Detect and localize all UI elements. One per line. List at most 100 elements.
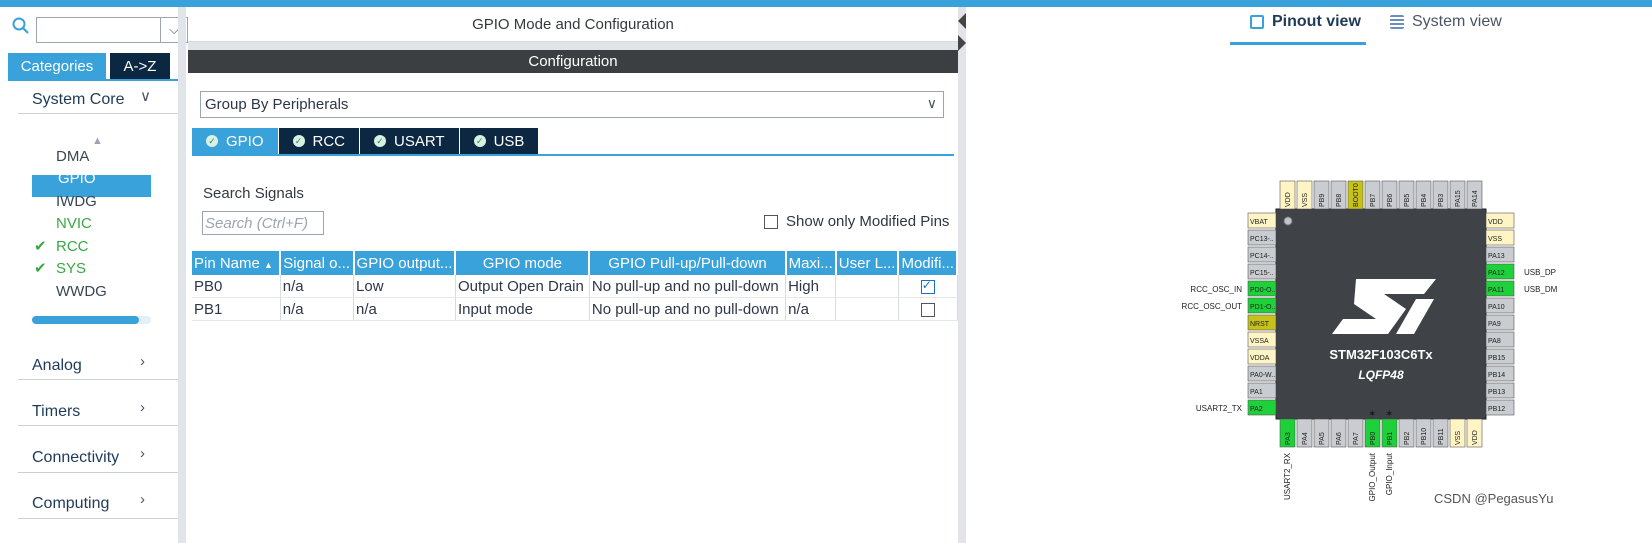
pin-config-table: Pin Name ▲ Signal o... GPIO output... GP… (192, 251, 958, 321)
cell-user[interactable] (835, 275, 899, 298)
col-pull[interactable]: GPIO Pull-up/Pull-down (589, 251, 787, 275)
pin-label: PC13-.. (1250, 236, 1274, 243)
col-user-label[interactable]: User L... (835, 251, 900, 275)
pin-label: PB3 (1438, 194, 1445, 207)
chevron-right-icon[interactable]: › (140, 491, 145, 508)
cell-mode[interactable]: Input mode (455, 297, 590, 321)
pin-label: PC14-.. (1250, 253, 1274, 260)
tab-usb[interactable]: ✓ USB (459, 128, 539, 154)
tab-label: USB (493, 132, 525, 150)
pin-label: PA9 (1488, 321, 1501, 328)
signal-label: USB_DP (1524, 268, 1556, 277)
cell-max[interactable]: n/a (785, 297, 837, 321)
category-search-input[interactable]: ⌵ (36, 17, 188, 43)
search-signals-input[interactable]: Search (Ctrl+F) (202, 211, 324, 235)
cell-user[interactable] (835, 297, 899, 321)
left-sidebar: ⌵ Categories A->Z System Core ∨ ▲︎ DMA G… (0, 7, 188, 543)
cell-signal[interactable]: n/a (280, 297, 355, 321)
sidebar-item-gpio[interactable]: GPIO (58, 170, 96, 187)
sidebar-item-wwdg[interactable]: WWDG (56, 283, 107, 300)
group-analog[interactable]: Analog (32, 357, 184, 375)
tab-system-view[interactable]: System view (1390, 13, 1502, 31)
pin-label: PA0-W.. (1250, 372, 1275, 379)
modified-checkbox[interactable] (920, 302, 935, 317)
sidebar-item-rcc[interactable]: RCC (56, 238, 89, 255)
sidebar-item-sys[interactable]: SYS (56, 260, 86, 277)
chevron-right-icon[interactable]: › (140, 399, 145, 416)
cell-pin[interactable]: PB1 (192, 297, 281, 321)
pin-label: PA13 (1488, 253, 1505, 260)
pin-label: PC15-.. (1250, 270, 1274, 277)
col-pin-name[interactable]: Pin Name ▲ (192, 251, 282, 275)
cell-modified[interactable] (898, 297, 958, 321)
group-divider (18, 379, 184, 380)
table-row[interactable]: PB1 n/a n/a Input mode No pull-up and no… (192, 297, 958, 321)
group-divider (18, 113, 184, 114)
cell-output[interactable]: Low (353, 275, 456, 298)
panel-gap (188, 42, 958, 50)
show-modified-pins-checkbox[interactable]: Show only Modified Pins (764, 213, 949, 230)
tab-categories[interactable]: Categories (8, 53, 106, 79)
pin-label: VSSA (1250, 338, 1269, 345)
chevron-right-icon[interactable]: › (140, 353, 145, 370)
tab-a-to-z[interactable]: A->Z (110, 53, 170, 79)
panel-title: GPIO Mode and Configuration (188, 7, 958, 42)
configuration-header: Configuration (188, 50, 958, 73)
tab-usart[interactable]: ✓ USART (360, 128, 459, 154)
cell-pin[interactable]: PB0 (192, 275, 281, 298)
modified-checkbox[interactable] (920, 278, 935, 294)
pin-label: PB8 (1336, 194, 1343, 207)
cell-signal[interactable]: n/a (280, 275, 355, 298)
group-divider (18, 518, 184, 519)
group-by-select[interactable]: Group By Peripherals ∨ (200, 91, 944, 118)
sidebar-item-nvic[interactable]: NVIC (56, 215, 92, 232)
pin-label: VBAT (1250, 219, 1268, 226)
check-circle-icon: ✓ (473, 135, 486, 147)
panel-splitter[interactable] (958, 7, 966, 543)
scrollbar-thumb[interactable] (32, 316, 140, 324)
tab-underline (8, 79, 186, 81)
tab-gpio[interactable]: ✓ GPIO (192, 128, 278, 154)
cell-max[interactable]: High (785, 275, 837, 298)
signal-label: USB_DM (1524, 285, 1558, 294)
pin-label: PA7 (1353, 432, 1360, 445)
search-icon[interactable] (12, 17, 30, 35)
sidebar-item-dma[interactable]: DMA (56, 148, 89, 165)
cell-pull[interactable]: No pull-up and no pull-down (589, 275, 787, 298)
pin-label: PA12 (1488, 270, 1505, 277)
signal-label: GPIO_Input (1385, 452, 1394, 495)
col-max-speed[interactable]: Maxi... (785, 251, 837, 275)
pin-label: PB5 (1404, 194, 1411, 207)
col-modified[interactable]: Modifi... (898, 251, 958, 275)
group-system-core[interactable]: System Core (32, 91, 184, 109)
sidebar-horizontal-scrollbar[interactable] (32, 316, 151, 324)
group-computing[interactable]: Computing (32, 495, 184, 513)
collapse-left-icon[interactable] (958, 13, 966, 29)
col-gpio-output[interactable]: GPIO output... (353, 251, 457, 275)
pin-label: PB0 (1370, 432, 1377, 445)
table-row[interactable]: PB0 n/a Low Output Open Drain No pull-up… (192, 275, 958, 298)
sidebar-splitter[interactable] (178, 7, 186, 543)
expand-right-icon[interactable] (958, 35, 966, 51)
cell-mode[interactable]: Output Open Drain (455, 275, 590, 298)
group-connectivity[interactable]: Connectivity (32, 449, 184, 467)
check-circle-icon: ✓ (374, 135, 387, 147)
chevron-right-icon[interactable]: › (140, 445, 145, 462)
chevron-down-icon[interactable]: ∨ (140, 87, 151, 105)
cell-modified[interactable] (898, 275, 958, 298)
tab-rcc[interactable]: ✓ RCC (278, 128, 360, 154)
sidebar-item-iwdg[interactable]: IWDG (56, 193, 97, 210)
pin-label: PB13 (1488, 389, 1505, 396)
chevron-down-icon[interactable]: ∨ (927, 95, 937, 112)
mcu-pinout-diagram[interactable]: STM32F103C6Tx LQFP48 VBAT PC13-.. PC14-.. PC1… (1166, 172, 1586, 512)
show-modified-label: Show only Modified Pins (786, 213, 950, 230)
checkbox-box[interactable] (764, 214, 778, 229)
tab-pinout-view[interactable]: Pinout view (1250, 13, 1361, 31)
col-signal[interactable]: Signal o... (280, 251, 355, 275)
pin-label: PD0-O.. (1250, 287, 1275, 294)
cell-output[interactable]: n/a (353, 297, 456, 321)
col-gpio-mode[interactable]: GPIO mode (455, 251, 591, 275)
sort-arrows-icon[interactable]: ▲︎ (92, 135, 103, 147)
group-timers[interactable]: Timers (32, 403, 184, 421)
cell-pull[interactable]: No pull-up and no pull-down (589, 297, 787, 321)
